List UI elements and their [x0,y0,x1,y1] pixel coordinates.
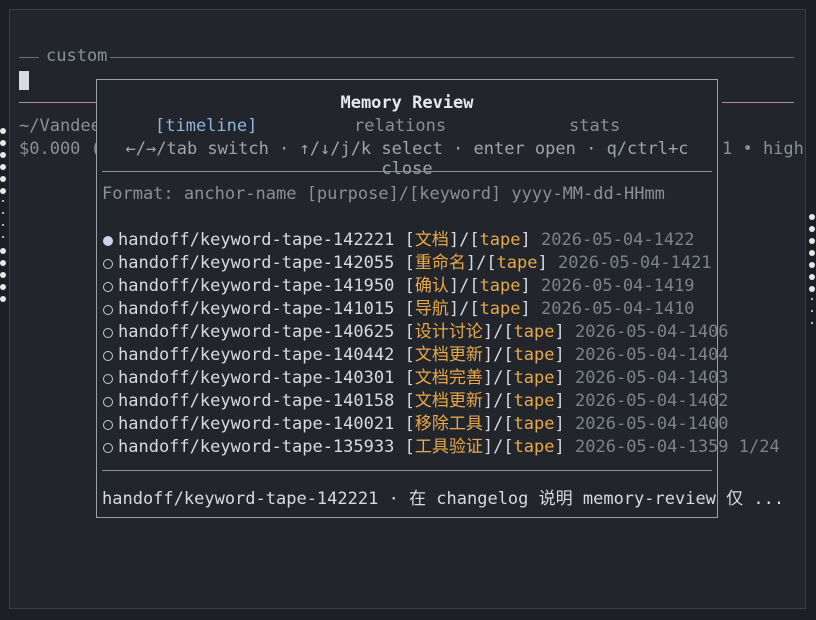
status-rule-left [19,102,97,103]
entry-keyword: tape [496,253,538,273]
keyboard-hint: ←/→/tab switch · ↑/↓/j/k select · enter … [125,139,689,179]
entry-date: 2026-05-04-1421 [558,253,712,273]
entry-keyword: tape [479,276,521,296]
divider-bottom [102,470,712,471]
radio-icon [103,328,113,338]
radio-icon [103,305,113,315]
list-item[interactable]: handoff/keyword-tape-140301 [文档完善]/[tape… [103,367,729,390]
divider-top [102,171,712,172]
status-rule-right [722,102,794,103]
text-cursor [19,71,29,90]
radio-selected-icon [103,236,113,246]
entry-keyword: tape [513,391,555,411]
entry-date: 2026-05-04-1402 [575,391,729,411]
entry-name: handoff/keyword-tape-140442 [118,345,395,365]
list-item[interactable]: handoff/keyword-tape-140625 [设计讨论]/[tape… [103,321,729,344]
entry-date: 2026-05-04-1410 [541,299,695,319]
entry-name: handoff/keyword-tape-140158 [118,391,395,411]
entry-keyword: tape [513,414,555,434]
path-fragment: ~/Vandee [19,116,101,136]
entry-keyword: tape [513,368,555,388]
section-rule-right [110,57,794,58]
list-item[interactable]: handoff/keyword-tape-140442 [文档更新]/[tape… [103,344,729,367]
entry-name: handoff/keyword-tape-140625 [118,322,395,342]
entry-name: handoff/keyword-tape-141015 [118,299,395,319]
memory-review-dialog: Memory Review [timeline] relations stats… [96,79,784,518]
radio-icon [103,351,113,361]
entry-keyword: tape [513,322,555,342]
radio-icon [103,259,113,269]
selected-entry-preview: handoff/keyword-tape-142221 · 在 changelo… [102,489,785,509]
tab-timeline[interactable]: [timeline] [155,116,257,136]
entry-purpose: 导航 [414,299,449,319]
section-label: custom [46,46,108,66]
radio-icon [103,282,113,292]
entry-date: 2026-05-04-1422 [541,230,695,250]
entry-purpose: 文档更新 [414,391,483,411]
list-item[interactable]: handoff/keyword-tape-141950 [确认]/[tape] … [103,275,715,298]
radio-icon [103,443,113,453]
entry-name: handoff/keyword-tape-140021 [118,414,395,434]
entry-date: 2026-05-04-1406 [575,322,729,342]
entry-keyword: tape [479,230,521,250]
entry-name: handoff/keyword-tape-140301 [118,368,395,388]
entry-date: 2026-05-04-1419 [541,276,695,296]
entry-purpose: 设计讨论 [414,322,483,342]
radio-icon [103,374,113,384]
cost-fragment: $0.000 ( [19,139,101,159]
entry-name: handoff/keyword-tape-142221 [118,230,395,250]
tab-relations[interactable]: relations [354,116,446,136]
entry-purpose: 确认 [414,276,449,296]
entry-keyword: tape [513,345,555,365]
memory-entry-list: handoff/keyword-tape-142221 [文档]/[tape] … [103,229,780,459]
entry-date: 2026-05-04-1404 [575,345,729,365]
entry-purpose: 文档完善 [414,368,483,388]
format-description: Format: anchor-name [purpose]/[keyword] … [102,184,665,204]
list-item[interactable]: handoff/keyword-tape-140021 [移除工具]/[tape… [103,413,729,436]
entry-purpose: 移除工具 [414,414,483,434]
right-dot-column [809,214,815,334]
entry-date: 2026-05-04-1400 [575,414,729,434]
list-item[interactable]: handoff/keyword-tape-135933 [工具验证]/[tape… [103,436,780,459]
entry-keyword: tape [479,299,521,319]
entry-name: handoff/keyword-tape-141950 [118,276,395,296]
left-dot-column [0,128,6,308]
radio-icon [103,397,113,407]
tab-bar: [timeline] relations stats [97,116,717,138]
entry-date: 2026-05-04-1359 [575,437,729,457]
dialog-title: Memory Review [340,93,474,113]
list-item[interactable]: handoff/keyword-tape-140158 [文档更新]/[tape… [103,390,729,413]
list-item[interactable]: handoff/keyword-tape-142055 [重命名]/[tape]… [103,252,715,275]
section-rule-left [19,57,39,58]
entry-purpose: 工具验证 [414,437,483,457]
tab-stats[interactable]: stats [569,116,620,136]
list-item[interactable]: handoff/keyword-tape-141015 [导航]/[tape] … [103,298,715,321]
radio-icon [103,420,113,430]
entry-purpose: 文档更新 [414,345,483,365]
page-indicator: 1/24 [738,437,780,457]
right-status-fragment: 1 • high [722,139,804,159]
entry-purpose: 文档 [414,230,449,250]
entry-date: 2026-05-04-1403 [575,368,729,388]
entry-name: handoff/keyword-tape-142055 [118,253,395,273]
entry-purpose: 重命名 [414,253,466,273]
list-item[interactable]: handoff/keyword-tape-142221 [文档]/[tape] … [103,229,715,252]
entry-name: handoff/keyword-tape-135933 [118,437,395,457]
entry-keyword: tape [513,437,555,457]
